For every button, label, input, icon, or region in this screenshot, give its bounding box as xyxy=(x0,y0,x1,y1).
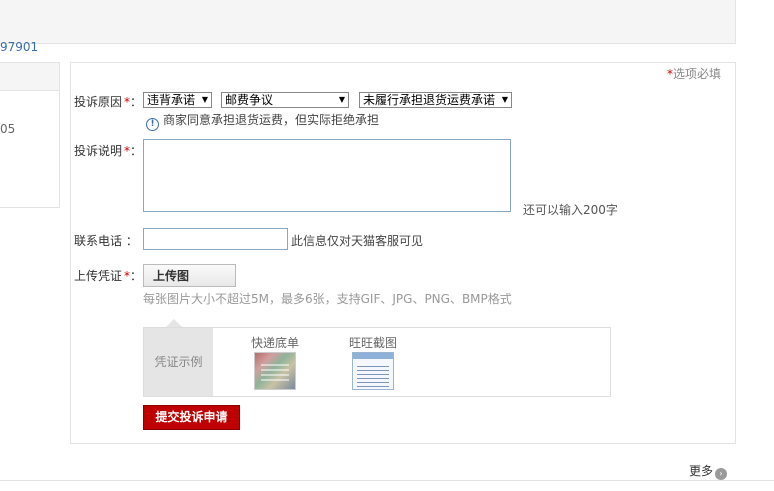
order-number-link[interactable]: 97901 xyxy=(0,40,38,54)
reason-select-primary-value: 违背承诺 xyxy=(147,93,196,107)
reason-hint: ! 商家同意承担退货运费，但实际拒绝承担 xyxy=(146,111,379,131)
reason-select-primary[interactable]: 违背承诺 ▼ xyxy=(143,92,212,108)
phone-visibility-note: 此信息仅对天猫客服可见 xyxy=(291,234,424,248)
description-label: 投诉说明 *： xyxy=(74,142,142,159)
phone-input[interactable] xyxy=(143,228,288,250)
reason-select-secondary[interactable]: 邮费争议 ▼ xyxy=(221,92,349,108)
description-textarea[interactable] xyxy=(143,139,511,212)
wangwang-screenshot-thumbnail[interactable] xyxy=(352,352,394,390)
reason-select-detail[interactable]: 未履行承担退货运费承诺 ▼ xyxy=(359,92,512,108)
chevron-right-icon: › xyxy=(715,468,728,480)
top-panel xyxy=(0,0,736,44)
sample-caption-wangwang: 旺旺截图 xyxy=(349,336,398,350)
more-link-text: 更多 xyxy=(689,464,714,478)
order-info-number: 05 xyxy=(0,122,16,136)
upload-label-colon: ： xyxy=(130,269,143,283)
upload-hint: 每张图片大小不超过5M，最多6张，支持GIF、JPG、PNG、BMP格式 xyxy=(143,292,512,306)
description-label-text: 投诉说明 xyxy=(74,144,123,158)
order-info-header xyxy=(0,63,59,91)
required-note-text: 选项必填 xyxy=(672,67,721,81)
reason-label-text: 投诉原因 xyxy=(74,95,123,109)
description-char-counter: 还可以输入200字 xyxy=(523,203,618,217)
sample-caption-express: 快递底单 xyxy=(251,336,300,350)
dropdown-arrow-icon: ▼ xyxy=(501,95,508,104)
upload-label-text: 上传凭证 xyxy=(74,269,123,283)
sample-caret xyxy=(166,319,182,327)
upload-label: 上传凭证 *： xyxy=(74,267,142,284)
reason-select-detail-value: 未履行承担退货运费承诺 xyxy=(363,93,496,107)
phone-label: 联系电话 ： xyxy=(74,234,138,248)
more-link[interactable]: 更多 › xyxy=(689,462,728,480)
submit-complaint-button[interactable]: 提交投诉申请 xyxy=(143,405,240,430)
reason-label-colon: ： xyxy=(130,95,143,109)
reason-hint-text: 商家同意承担退货运费，但实际拒绝承担 xyxy=(163,113,380,127)
upload-image-button[interactable]: 上传图 xyxy=(143,264,236,287)
express-receipt-thumbnail[interactable] xyxy=(254,352,296,390)
reason-select-secondary-value: 邮费争议 xyxy=(225,93,274,107)
required-note: *选项必填 xyxy=(667,65,721,82)
dropdown-arrow-icon: ▼ xyxy=(338,95,345,104)
complaint-form: *选项必填 投诉原因 *： 违背承诺 ▼ 邮费争议 ▼ 未履行承担退货运费承诺 ▼ ! 商… xyxy=(70,62,736,444)
sample-label: 凭证示例 xyxy=(144,328,213,396)
evidence-sample-box: 凭证示例 快递底单 旺旺截图 xyxy=(143,319,611,397)
info-icon: ! xyxy=(146,118,159,131)
bottom-divider xyxy=(0,480,774,481)
description-label-colon: ： xyxy=(130,144,143,158)
reason-label: 投诉原因 *： xyxy=(74,93,142,110)
dropdown-arrow-icon: ▼ xyxy=(201,95,208,104)
